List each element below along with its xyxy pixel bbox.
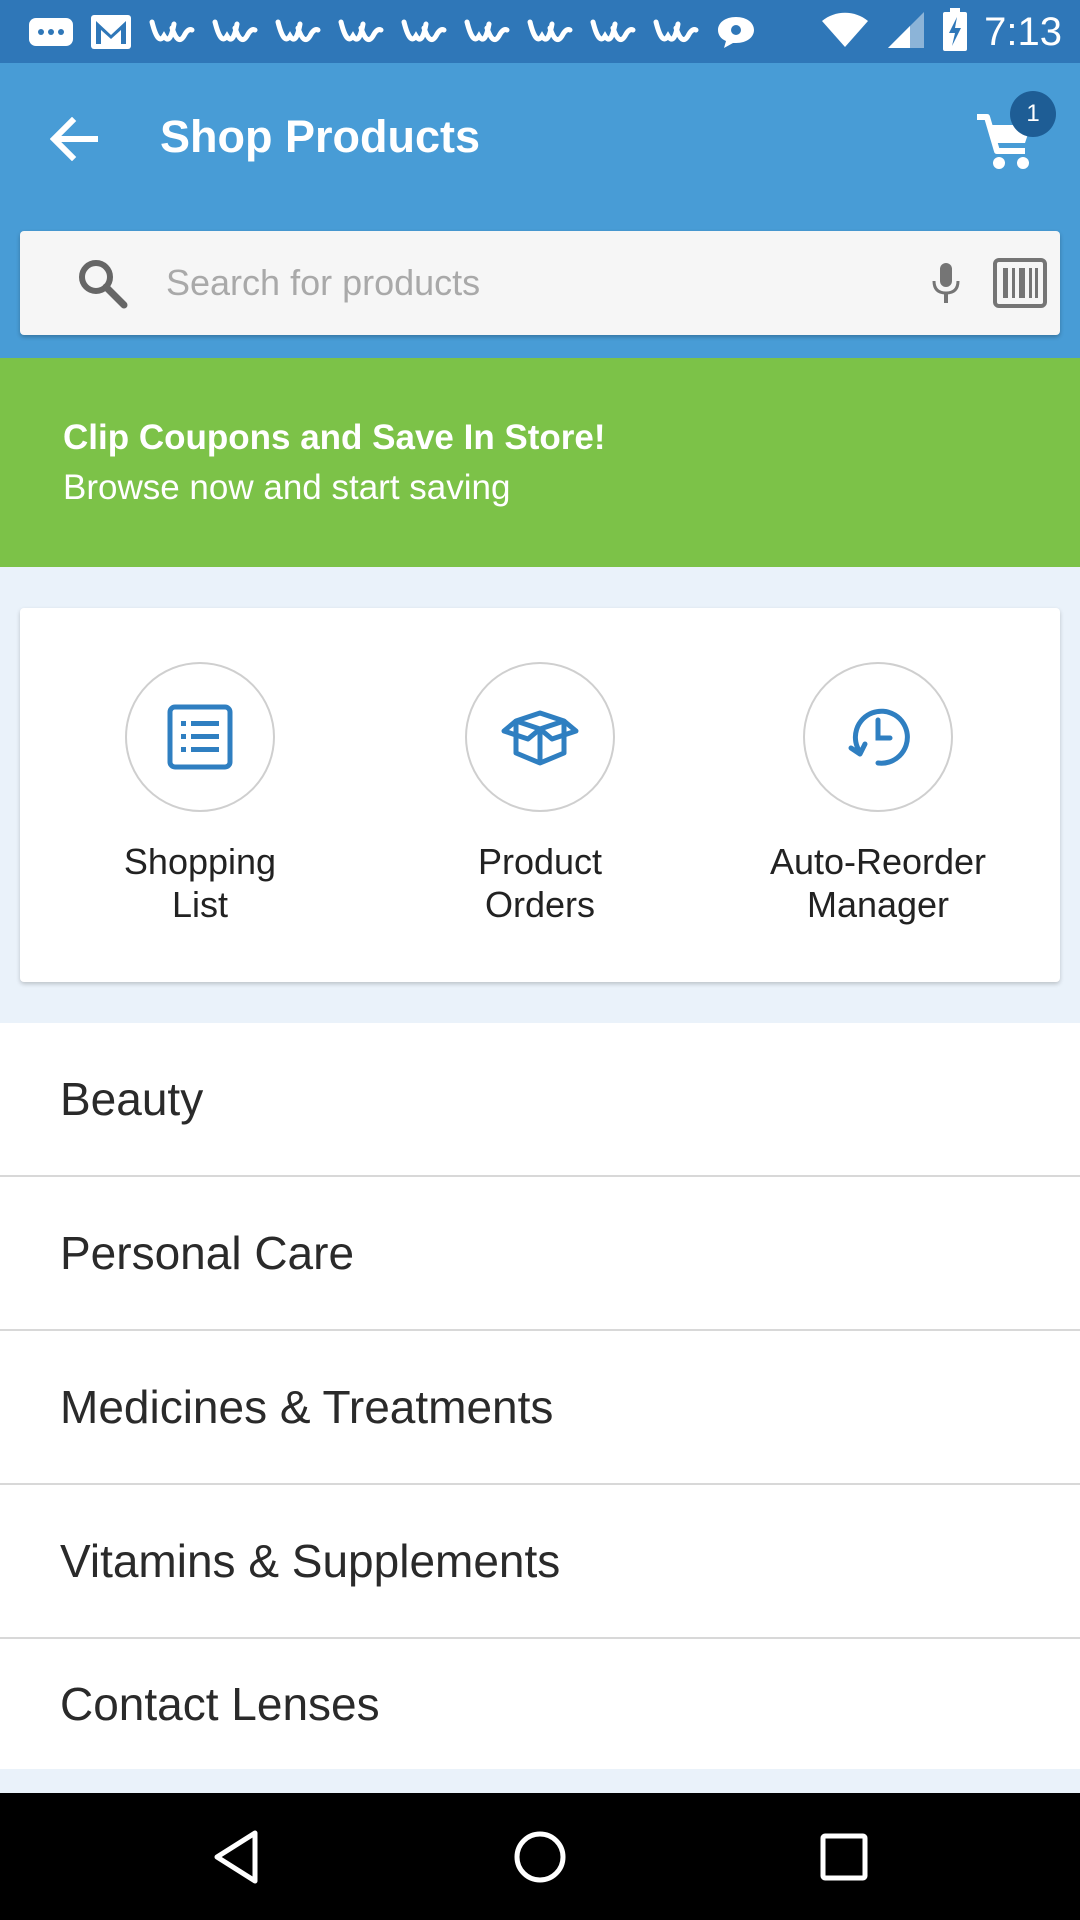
system-nav-bar — [0, 1793, 1080, 1920]
walgreens-icon — [337, 14, 385, 50]
category-contact-lenses[interactable]: Contact Lenses — [0, 1639, 1080, 1769]
coupon-promo-banner[interactable]: Clip Coupons and Save In Store! Browse n… — [0, 358, 1080, 567]
page-title: Shop Products — [160, 111, 481, 162]
category-beauty[interactable]: Beauty — [0, 1023, 1080, 1177]
message-icon — [28, 15, 74, 49]
walgreens-icon — [274, 14, 322, 50]
shopping-list-button[interactable]: Shopping List — [50, 608, 350, 982]
product-orders-icon-circle — [465, 662, 615, 812]
box-icon — [501, 710, 579, 766]
walgreens-icon — [400, 14, 448, 50]
auto-reorder-icon-circle — [803, 662, 953, 812]
cart-count-badge: 1 — [1010, 91, 1056, 137]
notification-icons — [28, 12, 757, 52]
list-icon — [167, 704, 233, 770]
status-time: 7:13 — [984, 9, 1062, 54]
shopping-list-label: Shopping List — [123, 841, 277, 925]
walgreens-icon — [463, 14, 511, 50]
shopping-list-icon-circle — [125, 662, 275, 812]
back-button[interactable] — [40, 105, 108, 173]
arrow-back-icon — [50, 117, 98, 161]
app-bar: Shop Products 1 — [0, 63, 1080, 358]
quick-links-card: Shopping List Product Orders Auto-Reorde… — [20, 608, 1060, 982]
circle-home-icon — [514, 1831, 566, 1883]
nav-home-button[interactable] — [504, 1821, 576, 1893]
product-orders-button[interactable]: Product Orders — [390, 608, 690, 982]
auto-reorder-manager-button[interactable]: Auto-Reorder Manager — [728, 608, 1028, 982]
category-personal-care[interactable]: Personal Care — [0, 1177, 1080, 1331]
category-vitamins-supplements[interactable]: Vitamins & Supplements — [0, 1485, 1080, 1639]
category-list: Beauty Personal Care Medicines & Treatme… — [0, 1023, 1080, 1769]
gmail-icon — [89, 13, 133, 51]
walgreens-icon — [652, 14, 700, 50]
wifi-icon — [820, 11, 870, 54]
nav-recents-button[interactable] — [808, 1821, 880, 1893]
barcode-scan-icon[interactable] — [992, 255, 1048, 311]
category-medicines-treatments[interactable]: Medicines & Treatments — [0, 1331, 1080, 1485]
clock-icon — [848, 708, 910, 766]
walgreens-icon — [526, 14, 574, 50]
walgreens-icon — [589, 14, 637, 50]
search-bar — [20, 231, 1060, 335]
status-right: 7:13 — [820, 7, 1062, 57]
auto-reorder-label: Auto-Reorder Manager — [769, 841, 987, 925]
promo-subtitle: Browse now and start saving — [63, 468, 511, 507]
search-icon — [79, 260, 128, 309]
battery-charging-icon — [942, 7, 968, 57]
cell-signal-icon — [886, 10, 926, 55]
nav-back-button[interactable] — [200, 1821, 272, 1893]
microphone-icon — [932, 263, 960, 303]
status-bar: 7:13 — [0, 0, 1080, 63]
square-recents-icon — [820, 1833, 868, 1881]
product-orders-label: Product Orders — [477, 841, 603, 925]
promo-title: Clip Coupons and Save In Store! — [63, 418, 606, 457]
walgreens-icon — [211, 14, 259, 50]
chat-icon — [715, 14, 757, 50]
voice-search-button[interactable] — [920, 255, 972, 311]
walgreens-icon — [148, 14, 196, 50]
search-input[interactable] — [166, 253, 886, 313]
triangle-back-icon — [214, 1830, 258, 1884]
